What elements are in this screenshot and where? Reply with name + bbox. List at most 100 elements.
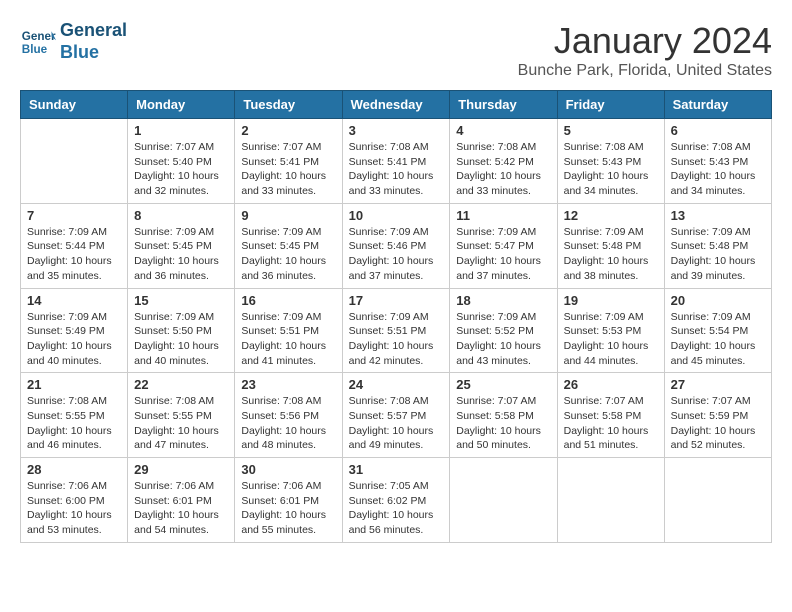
calendar-cell: 7 Sunrise: 7:09 AMSunset: 5:44 PMDaylight… [21, 203, 128, 288]
calendar-cell [664, 458, 771, 543]
day-info: Sunrise: 7:07 AMSunset: 5:58 PMDaylight:… [564, 394, 658, 453]
header-row: SundayMondayTuesdayWednesdayThursdayFrid… [21, 91, 772, 119]
calendar-cell: 12 Sunrise: 7:09 AMSunset: 5:48 PMDayligh… [557, 203, 664, 288]
calendar-cell: 26Sunrise: 7:07 AMSunset: 5:58 PMDayligh… [557, 373, 664, 458]
calendar-cell: 23Sunrise: 7:08 AMSunset: 5:56 PMDayligh… [235, 373, 342, 458]
day-info: Sunrise: 7:07 AMSunset: 5:40 PMDaylight:… [134, 140, 228, 199]
calendar-cell: 10Sunrise: 7:09 AMSunset: 5:46 PMDayligh… [342, 203, 450, 288]
day-info: Sunrise: 7:09 AMSunset: 5:44 PMDaylight:… [27, 225, 121, 284]
day-number: 4 [456, 123, 550, 138]
week-row-1: 1Sunrise: 7:07 AMSunset: 5:40 PMDaylight… [21, 119, 772, 204]
calendar-cell: 30Sunrise: 7:06 AMSunset: 6:01 PMDayligh… [235, 458, 342, 543]
day-number: 19 [564, 293, 658, 308]
week-row-4: 21Sunrise: 7:08 AMSunset: 5:55 PMDayligh… [21, 373, 772, 458]
day-info: Sunrise: 7:08 AMSunset: 5:55 PMDaylight:… [27, 394, 121, 453]
day-number: 28 [27, 462, 121, 477]
day-info: Sunrise: 7:09 AMSunset: 5:50 PMDaylight:… [134, 310, 228, 369]
location-title: Bunche Park, Florida, United States [518, 62, 772, 80]
calendar-cell: 4 Sunrise: 7:08 AMSunset: 5:42 PMDaylight… [450, 119, 557, 204]
day-info: Sunrise: 7:09 AMSunset: 5:51 PMDaylight:… [349, 310, 444, 369]
day-info: Sunrise: 7:07 AMSunset: 5:41 PMDaylight:… [241, 140, 335, 199]
calendar-cell: 24 Sunrise: 7:08 AMSunset: 5:57 PMDayligh… [342, 373, 450, 458]
day-info: Sunrise: 7:08 AMSunset: 5:41 PMDaylight:… [349, 140, 444, 199]
calendar-cell: 13 Sunrise: 7:09 AMSunset: 5:48 PMDayligh… [664, 203, 771, 288]
day-number: 13 [671, 208, 765, 223]
calendar-cell: 19 Sunrise: 7:09 AMSunset: 5:53 PMDayligh… [557, 288, 664, 373]
day-info: Sunrise: 7:09 AMSunset: 5:46 PMDaylight:… [349, 225, 444, 284]
calendar-cell: 18Sunrise: 7:09 AMSunset: 5:52 PMDayligh… [450, 288, 557, 373]
day-header-tuesday: Tuesday [235, 91, 342, 119]
day-info: Sunrise: 7:06 AMSunset: 6:00 PMDaylight:… [27, 479, 121, 538]
calendar-cell: 14Sunrise: 7:09 AMSunset: 5:49 PMDayligh… [21, 288, 128, 373]
week-row-2: 7 Sunrise: 7:09 AMSunset: 5:44 PMDaylight… [21, 203, 772, 288]
day-header-thursday: Thursday [450, 91, 557, 119]
calendar-cell: 31 Sunrise: 7:05 AMSunset: 6:02 PMDayligh… [342, 458, 450, 543]
calendar-cell: 15 Sunrise: 7:09 AMSunset: 5:50 PMDayligh… [128, 288, 235, 373]
calendar-cell: 29 Sunrise: 7:06 AMSunset: 6:01 PMDayligh… [128, 458, 235, 543]
day-number: 15 [134, 293, 228, 308]
day-info: Sunrise: 7:08 AMSunset: 5:42 PMDaylight:… [456, 140, 550, 199]
svg-text:Blue: Blue [22, 42, 48, 55]
day-info: Sunrise: 7:07 AMSunset: 5:59 PMDaylight:… [671, 394, 765, 453]
calendar-cell: 6 Sunrise: 7:08 AMSunset: 5:43 PMDaylight… [664, 119, 771, 204]
day-number: 30 [241, 462, 335, 477]
day-number: 31 [349, 462, 444, 477]
day-info: Sunrise: 7:06 AMSunset: 6:01 PMDaylight:… [134, 479, 228, 538]
calendar-cell: 8 Sunrise: 7:09 AMSunset: 5:45 PMDaylight… [128, 203, 235, 288]
day-number: 3 [349, 123, 444, 138]
day-number: 29 [134, 462, 228, 477]
day-header-sunday: Sunday [21, 91, 128, 119]
calendar-cell: 28 Sunrise: 7:06 AMSunset: 6:00 PMDayligh… [21, 458, 128, 543]
day-info: Sunrise: 7:09 AMSunset: 5:47 PMDaylight:… [456, 225, 550, 284]
day-info: Sunrise: 7:09 AMSunset: 5:45 PMDaylight:… [241, 225, 335, 284]
day-info: Sunrise: 7:09 AMSunset: 5:53 PMDaylight:… [564, 310, 658, 369]
calendar-cell [21, 119, 128, 204]
day-info: Sunrise: 7:09 AMSunset: 5:48 PMDaylight:… [671, 225, 765, 284]
day-number: 20 [671, 293, 765, 308]
calendar-cell [557, 458, 664, 543]
day-info: Sunrise: 7:09 AMSunset: 5:54 PMDaylight:… [671, 310, 765, 369]
header: General Blue GeneralBlue January 2024 Bu… [20, 20, 772, 80]
calendar-cell: 3 Sunrise: 7:08 AMSunset: 5:41 PMDaylight… [342, 119, 450, 204]
month-title: January 2024 [518, 20, 772, 62]
day-header-saturday: Saturday [664, 91, 771, 119]
day-number: 22 [134, 377, 228, 392]
day-info: Sunrise: 7:08 AMSunset: 5:43 PMDaylight:… [671, 140, 765, 199]
calendar-cell: 20 Sunrise: 7:09 AMSunset: 5:54 PMDayligh… [664, 288, 771, 373]
day-number: 16 [241, 293, 335, 308]
day-header-monday: Monday [128, 91, 235, 119]
day-number: 9 [241, 208, 335, 223]
week-row-5: 28 Sunrise: 7:06 AMSunset: 6:00 PMDayligh… [21, 458, 772, 543]
svg-text:General: General [22, 30, 56, 43]
day-header-wednesday: Wednesday [342, 91, 450, 119]
day-number: 12 [564, 208, 658, 223]
day-number: 27 [671, 377, 765, 392]
day-info: Sunrise: 7:09 AMSunset: 5:51 PMDaylight:… [241, 310, 335, 369]
day-number: 2 [241, 123, 335, 138]
calendar-cell: 27 Sunrise: 7:07 AMSunset: 5:59 PMDayligh… [664, 373, 771, 458]
day-number: 23 [241, 377, 335, 392]
calendar-cell: 2 Sunrise: 7:07 AMSunset: 5:41 PMDaylight… [235, 119, 342, 204]
calendar-cell: 22Sunrise: 7:08 AMSunset: 5:55 PMDayligh… [128, 373, 235, 458]
day-number: 25 [456, 377, 550, 392]
day-info: Sunrise: 7:09 AMSunset: 5:45 PMDaylight:… [134, 225, 228, 284]
day-info: Sunrise: 7:09 AMSunset: 5:48 PMDaylight:… [564, 225, 658, 284]
calendar-cell: 21Sunrise: 7:08 AMSunset: 5:55 PMDayligh… [21, 373, 128, 458]
day-number: 14 [27, 293, 121, 308]
day-number: 8 [134, 208, 228, 223]
calendar-cell [450, 458, 557, 543]
day-number: 6 [671, 123, 765, 138]
title-section: January 2024 Bunche Park, Florida, Unite… [518, 20, 772, 80]
week-row-3: 14Sunrise: 7:09 AMSunset: 5:49 PMDayligh… [21, 288, 772, 373]
day-info: Sunrise: 7:08 AMSunset: 5:57 PMDaylight:… [349, 394, 444, 453]
calendar-cell: 1Sunrise: 7:07 AMSunset: 5:40 PMDaylight… [128, 119, 235, 204]
calendar-cell: 9 Sunrise: 7:09 AMSunset: 5:45 PMDaylight… [235, 203, 342, 288]
day-number: 24 [349, 377, 444, 392]
day-info: Sunrise: 7:07 AMSunset: 5:58 PMDaylight:… [456, 394, 550, 453]
day-info: Sunrise: 7:09 AMSunset: 5:52 PMDaylight:… [456, 310, 550, 369]
logo-icon: General Blue [20, 24, 56, 60]
day-number: 7 [27, 208, 121, 223]
day-info: Sunrise: 7:08 AMSunset: 5:43 PMDaylight:… [564, 140, 658, 199]
day-info: Sunrise: 7:05 AMSunset: 6:02 PMDaylight:… [349, 479, 444, 538]
calendar-cell: 5Sunrise: 7:08 AMSunset: 5:43 PMDaylight… [557, 119, 664, 204]
